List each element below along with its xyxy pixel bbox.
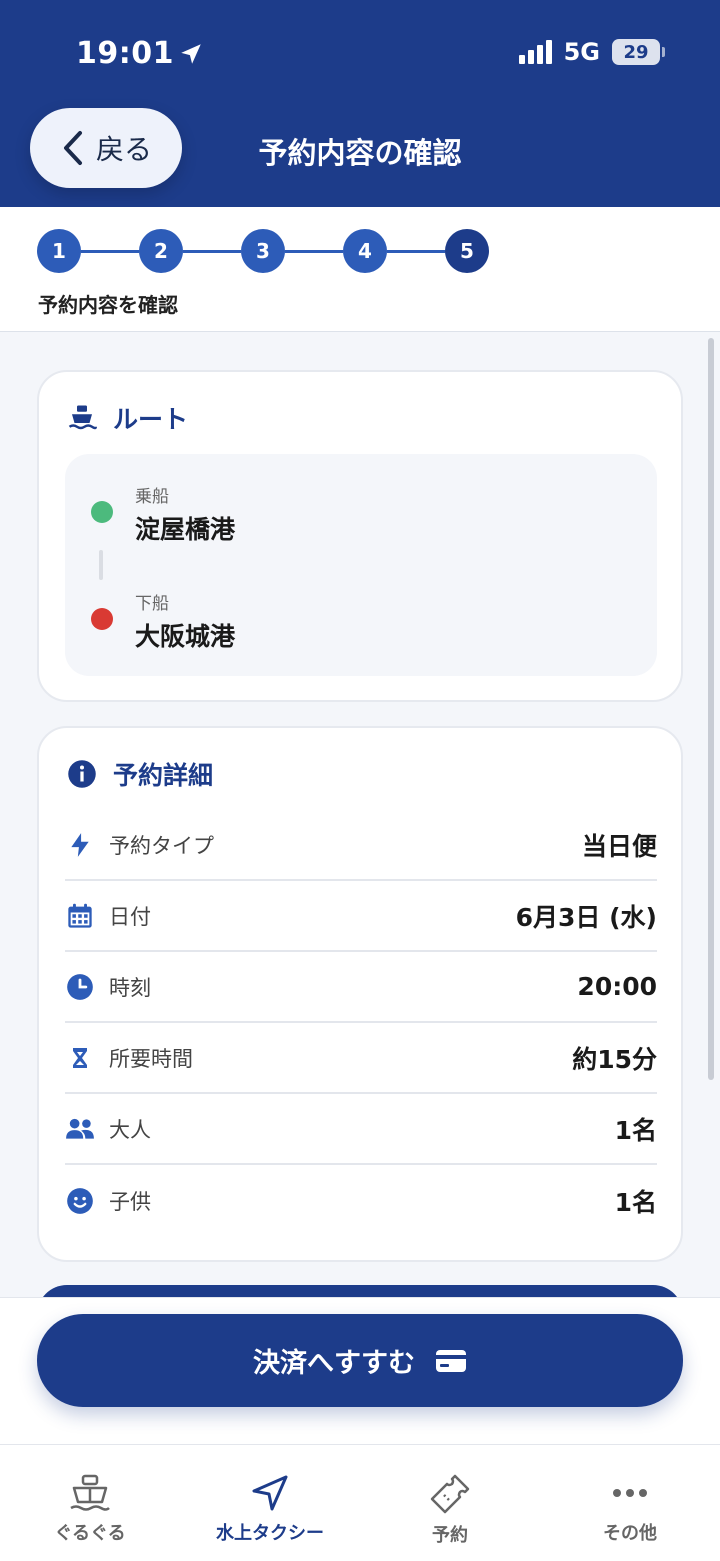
page-title: 予約内容の確認 xyxy=(258,136,462,170)
bolt-icon xyxy=(65,830,95,860)
navigation-icon xyxy=(252,1475,288,1511)
detail-value: 1名 xyxy=(614,1115,657,1145)
signal-icon xyxy=(518,40,552,64)
app-header: 19:01 5G 29 戻る 予約内容の確認 xyxy=(0,0,720,207)
tab-more[interactable]: その他 xyxy=(540,1445,720,1561)
network-type: 5G xyxy=(563,38,600,66)
route-card-title: ルート xyxy=(113,405,189,434)
status-time: 19:01 xyxy=(76,36,204,71)
people-icon xyxy=(65,1114,95,1144)
detail-value: 6月3日 (水) xyxy=(515,902,657,932)
route-card-header: ルート xyxy=(67,400,188,436)
ferry-icon xyxy=(68,405,97,430)
step-4: 4 xyxy=(343,229,387,273)
tab-reservation[interactable]: 予約 xyxy=(360,1445,540,1561)
alighting-dot xyxy=(91,608,113,630)
proceed-to-payment-button[interactable]: 決済へすすむ xyxy=(37,1314,683,1407)
detail-label: 子供 xyxy=(109,1189,151,1214)
boarding-dot xyxy=(91,501,113,523)
step-connector xyxy=(183,249,241,253)
step-5-current: 5 xyxy=(445,229,489,273)
detail-label: 予約タイプ xyxy=(109,833,214,858)
scrollbar[interactable] xyxy=(708,338,714,1080)
route-card: ルート 乗船 淀屋橋港 下船 大阪城港 xyxy=(37,370,683,702)
ticket-icon xyxy=(430,1474,470,1514)
hourglass-icon xyxy=(65,1043,95,1073)
detail-row-children: 子供 1名 xyxy=(65,1165,657,1236)
detail-row-adults: 大人 1名 xyxy=(65,1094,657,1165)
step-connector xyxy=(387,249,445,253)
detail-label: 日付 xyxy=(109,904,151,929)
step-connector xyxy=(285,249,343,253)
action-area: 決済へすすむ xyxy=(0,1297,720,1444)
info-icon xyxy=(68,760,96,788)
detail-row-date: 日付 6月3日 (水) xyxy=(65,881,657,952)
location-arrow-icon xyxy=(181,43,201,64)
step-3: 3 xyxy=(241,229,285,273)
alighting-label: 下船 xyxy=(135,594,169,614)
clock-icon xyxy=(65,972,95,1002)
more-icon xyxy=(613,1489,647,1497)
details-card-title: 予約詳細 xyxy=(113,761,214,790)
tab-label: その他 xyxy=(603,1523,657,1544)
detail-label: 所要時間 xyxy=(109,1046,193,1071)
step-connector xyxy=(81,249,139,253)
detail-label: 時刻 xyxy=(109,975,151,1000)
tab-label: 水上タクシー xyxy=(216,1523,324,1544)
battery-level: 29 xyxy=(623,41,649,63)
route-connector xyxy=(99,550,103,580)
calendar-icon xyxy=(65,901,95,931)
boarding-label: 乗船 xyxy=(135,487,169,507)
detail-value: 当日便 xyxy=(581,831,657,861)
boarding-port: 淀屋橋港 xyxy=(135,515,236,544)
detail-row-time: 時刻 20:00 xyxy=(65,952,657,1023)
stepper: 1 2 3 4 5 予約内容を確認 xyxy=(0,207,720,332)
detail-label: 大人 xyxy=(109,1117,151,1142)
tab-bar: ぐるぐる 水上タクシー 予約 その他 xyxy=(0,1444,720,1561)
detail-value: 1名 xyxy=(614,1187,657,1217)
details-card-header: 予約詳細 xyxy=(67,756,213,792)
details-card: 予約詳細 予約タイプ 当日便 日付 6月3日 (水) 時刻 20:00 所要時間… xyxy=(37,726,683,1262)
battery-icon: 29 xyxy=(612,39,665,65)
detail-row-duration: 所要時間 約15分 xyxy=(65,1023,657,1094)
status-time-text: 19:01 xyxy=(76,36,174,71)
step-1: 1 xyxy=(37,229,81,273)
tab-water-taxi[interactable]: 水上タクシー xyxy=(180,1445,360,1561)
step-2: 2 xyxy=(139,229,183,273)
tab-label: 予約 xyxy=(432,1525,468,1546)
route-box: 乗船 淀屋橋港 下船 大阪城港 xyxy=(65,454,657,676)
detail-value: 約15分 xyxy=(572,1044,657,1074)
detail-row-type: 予約タイプ 当日便 xyxy=(65,810,657,881)
status-indicators: 5G 29 xyxy=(518,38,665,66)
credit-card-icon xyxy=(436,1349,466,1372)
tab-guruguru[interactable]: ぐるぐる xyxy=(0,1445,180,1561)
tab-label: ぐるぐる xyxy=(54,1523,126,1544)
child-icon xyxy=(65,1186,95,1216)
alighting-port: 大阪城港 xyxy=(135,622,236,651)
step-caption: 予約内容を確認 xyxy=(38,293,178,317)
steps: 1 2 3 4 5 xyxy=(37,229,489,273)
detail-value: 20:00 xyxy=(577,972,657,1001)
boat-icon xyxy=(70,1474,110,1511)
pay-button-label: 決済へすすむ xyxy=(253,1348,415,1379)
